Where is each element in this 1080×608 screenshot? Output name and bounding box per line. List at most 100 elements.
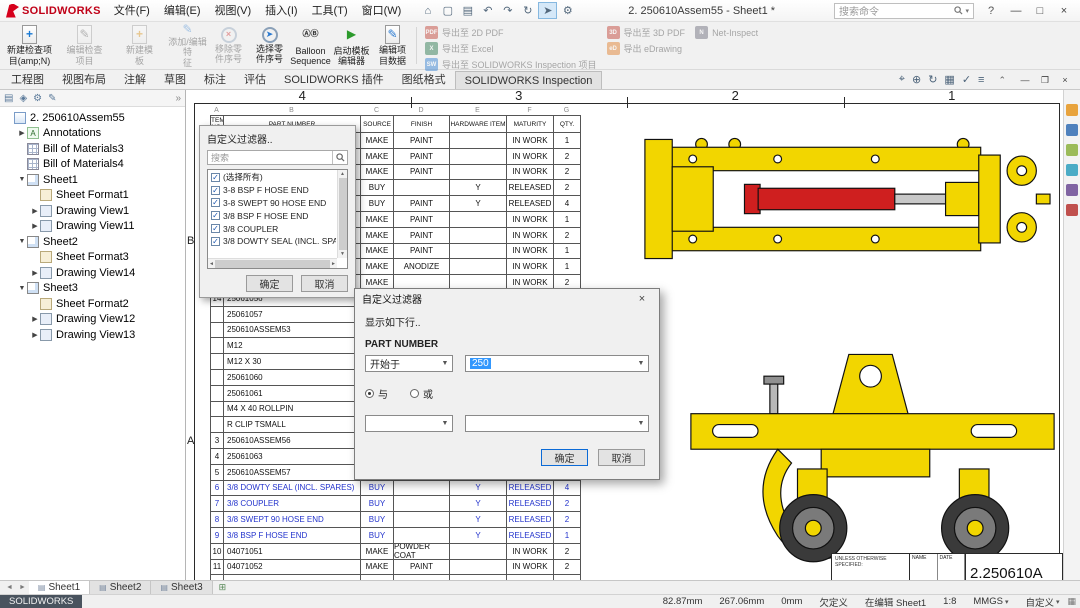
horizontal-scrollbar[interactable]: ◄► [208, 258, 337, 268]
condition-dropdown[interactable]: 开始于 ▼ [365, 355, 453, 372]
checkbox-checked-icon[interactable]: ✓ [211, 237, 220, 246]
menu-item-插入-I-[interactable]: 插入(I) [258, 0, 304, 22]
menu-item-视图-V-[interactable]: 视图(V) [208, 0, 259, 22]
filter-list-item[interactable]: ✓3-8 BSP F HOSE END [208, 184, 336, 197]
tab-图纸格式[interactable]: 图纸格式 [393, 68, 455, 89]
sheet-tab-Sheet3[interactable]: ▤Sheet3 [151, 581, 212, 594]
menu-item-文件-F-[interactable]: 文件(F) [107, 0, 157, 22]
search-icon[interactable]: ▾ [954, 6, 969, 15]
appearances-icon[interactable] [1066, 184, 1078, 196]
zoom-to-area-icon[interactable]: ⊕ [912, 73, 921, 86]
open-icon[interactable]: ▤ [458, 2, 477, 19]
checkbox-checked-icon[interactable]: ✓ [211, 198, 220, 207]
edit-project-data-button[interactable]: ✎编辑项目数据 [372, 23, 413, 68]
ok-button[interactable]: 确定 [541, 449, 588, 466]
tab-评估[interactable]: 评估 [235, 68, 275, 89]
expanded-icon[interactable]: ▼ [17, 285, 27, 292]
bom-row[interactable]: 1004071051MAKEPOWDER COATIN WORK2 [211, 544, 581, 560]
scroll-up-icon[interactable]: ▲ [340, 171, 345, 177]
maximize-icon[interactable]: □ [1028, 2, 1052, 20]
sheet-tab-Sheet1[interactable]: ▤Sheet1 [29, 581, 90, 594]
tab-视图布局[interactable]: 视图布局 [53, 68, 115, 89]
options-list-icon[interactable]: ≡ [978, 74, 984, 86]
ok-button[interactable]: 确定 [246, 275, 293, 292]
tree-item-Drawing-View14[interactable]: ▶Drawing View14 [0, 265, 185, 281]
status-grid-icon[interactable]: ▦ [1067, 596, 1080, 607]
scroll-down-icon[interactable]: ▼ [340, 251, 345, 257]
filter-search-input[interactable]: 搜索 [207, 150, 348, 165]
redo-icon[interactable]: ↷ [498, 2, 517, 19]
tree-item-Drawing-View12[interactable]: ▶Drawing View12 [0, 312, 185, 328]
condition2-dropdown[interactable]: ▼ [365, 415, 453, 432]
checkbox-checked-icon[interactable]: ✓ [211, 211, 220, 220]
add-sheet-icon[interactable]: ⊞ [213, 582, 233, 593]
scrollbar-thumb-h[interactable] [215, 260, 330, 268]
tree-item-Drawing-View1[interactable]: ▶Drawing View1 [0, 203, 185, 219]
collapsed-icon[interactable]: ▶ [30, 222, 40, 230]
collapsed-icon[interactable]: ▶ [30, 207, 40, 215]
tree-item-Drawing-View13[interactable]: ▶Drawing View13 [0, 327, 185, 343]
sheet-nav-right-icon[interactable]: ► [16, 584, 29, 591]
tree-item-Bill-of-Materials4[interactable]: Bill of Materials4 [0, 157, 185, 173]
rotate-view-icon[interactable]: ↻ [928, 73, 937, 86]
minimize-icon[interactable]: — [1004, 2, 1028, 20]
balloon-sequence-button[interactable]: ⒶⒷBalloonSequence [290, 23, 331, 68]
value-combo[interactable]: 250 ▼ [465, 355, 649, 372]
tree-item-Sheet-Format1[interactable]: Sheet Format1 [0, 188, 185, 204]
bom-row[interactable]: 63/8 DOWTY SEAL (INCL. SPARES)BUYYRELEAS… [211, 481, 581, 497]
home-icon[interactable]: ⌂ [418, 2, 437, 19]
value2-combo[interactable]: ▼ [465, 415, 649, 432]
tree-item-Sheet-Format2[interactable]: Sheet Format2 [0, 296, 185, 312]
close-icon[interactable]: × [1052, 2, 1076, 20]
menu-item-窗口-W-[interactable]: 窗口(W) [355, 0, 409, 22]
zoom-to-fit-icon[interactable]: ⌖ [899, 73, 905, 86]
verify-icon[interactable]: ✓ [962, 73, 971, 86]
tab-注解[interactable]: 注解 [115, 68, 155, 89]
filter-list-item[interactable]: ✓3-8 SWEPT 90 HOSE END [208, 197, 336, 210]
new-inspection-project-button[interactable]: +新建检查项目(amp;N) [2, 23, 57, 68]
custom-properties-icon[interactable] [1066, 204, 1078, 216]
bom-row[interactable]: 83/8 SWEPT 90 HOSE ENDBUYYRELEASED2 [211, 512, 581, 528]
options-icon[interactable]: ⚙ [558, 2, 577, 19]
collapsed-icon[interactable]: ▶ [30, 331, 40, 339]
configuration-tab-icon[interactable]: ⚙ [33, 93, 42, 104]
scrollbar-thumb[interactable] [339, 178, 347, 250]
bom-row[interactable]: 73/8 COUPLERBUYYRELEASED2 [211, 496, 581, 512]
undo-icon[interactable]: ↶ [478, 2, 497, 19]
checkbox-checked-icon[interactable]: ✓ [211, 173, 220, 182]
tab-SOLIDWORKS-插件[interactable]: SOLIDWORKS 插件 [275, 68, 393, 89]
drawing-view-2[interactable] [683, 352, 1063, 580]
property-tab-icon[interactable]: ◈ [19, 93, 27, 104]
checkbox-checked-icon[interactable]: ✓ [211, 224, 220, 233]
bom-row[interactable]: 93/8 BSP F HOSE ENDBUYYRELEASED1 [211, 528, 581, 544]
doc-minimize-icon[interactable]: — [1016, 73, 1034, 87]
bom-row[interactable]: 1104071052MAKEPAINTIN WORK2 [211, 560, 581, 576]
sheet-nav-left-icon[interactable]: ◄ [3, 584, 16, 591]
tree-item-Sheet1[interactable]: ▼Sheet1 [0, 172, 185, 188]
tree-item-2-250610Assem55[interactable]: 2. 250610Assem55 [0, 110, 185, 126]
dimxpert-tab-icon[interactable]: ✎ [48, 93, 56, 104]
filter-list-item[interactable]: ✓3/8 BSP F HOSE END [208, 209, 336, 222]
file-explorer-icon[interactable] [1066, 144, 1078, 156]
or-radio[interactable]: 或 [410, 386, 433, 401]
dialog-titlebar[interactable]: 自定义过滤器 × [355, 289, 659, 308]
select-balloon-button[interactable]: ➤选择零件序号 [249, 23, 290, 68]
view-settings-icon[interactable]: ▦ [944, 73, 954, 86]
collapsed-icon[interactable]: ▶ [30, 315, 40, 323]
tree-item-Sheet-Format3[interactable]: Sheet Format3 [0, 250, 185, 266]
doc-restore-icon[interactable]: ❐ [1036, 73, 1054, 87]
filter-list-item[interactable]: ✓(选择所有) [208, 171, 336, 184]
panel-flyout-icon[interactable]: » [175, 93, 181, 104]
and-radio[interactable]: 与 [365, 386, 388, 401]
status-自定义[interactable]: 自定义▾ [1025, 595, 1059, 608]
status-MMGS[interactable]: MMGS▾ [973, 596, 1008, 607]
collapsed-icon[interactable]: ▶ [17, 129, 27, 137]
drawing-view-1[interactable] [641, 135, 1051, 263]
tab-SOLIDWORKS-Inspection[interactable]: SOLIDWORKS Inspection [455, 71, 603, 89]
tree-item-Drawing-View11[interactable]: ▶Drawing View11 [0, 219, 185, 235]
view-palette-icon[interactable] [1066, 164, 1078, 176]
sheet-tab-Sheet2[interactable]: ▤Sheet2 [90, 581, 151, 594]
help-icon[interactable]: ? [982, 5, 1000, 17]
collapsed-icon[interactable]: ▶ [30, 269, 40, 277]
filter-list-item[interactable]: ✓3/8 DOWTY SEAL (INCL. SPARES) [208, 235, 336, 248]
